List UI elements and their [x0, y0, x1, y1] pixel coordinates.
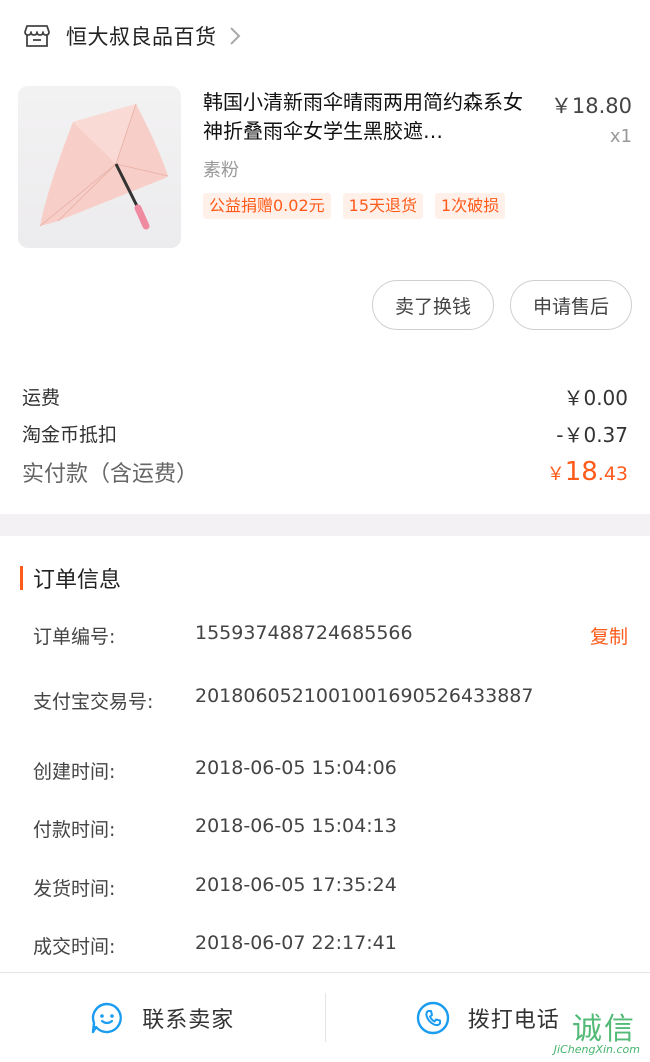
- completed-time-label: 成交时间:: [33, 936, 116, 958]
- shipping-value: ￥0.00: [563, 386, 628, 410]
- created-time-label: 创建时间:: [33, 761, 116, 783]
- shop-header[interactable]: 恒大叔良品百货: [0, 0, 650, 72]
- sell-button[interactable]: 卖了换钱: [371, 280, 494, 330]
- order-actions: 卖了换钱 申请售后: [371, 280, 632, 330]
- order-info-heading: 订单信息: [20, 562, 121, 594]
- tag-return: 15天退货: [342, 193, 424, 219]
- phone-icon: [416, 1001, 450, 1035]
- chevron-right-icon: [229, 26, 243, 46]
- site-watermark: 诚信 JiChengXin.com: [524, 1004, 644, 1056]
- order-number-label: 订单编号:: [33, 626, 116, 648]
- product-image[interactable]: [18, 86, 181, 248]
- alipay-number-value: 2018060521001001690526433887: [195, 685, 534, 707]
- total-currency: ￥: [546, 464, 565, 485]
- created-time-value: 2018-06-05 15:04:06: [195, 757, 397, 779]
- product-quantity: x1: [609, 126, 632, 147]
- product-title[interactable]: 韩国小清新雨伞晴雨两用简约森系女神折叠雨伞女学生黑胶遮…: [203, 88, 538, 146]
- watermark-main-text: 诚信: [572, 1012, 636, 1047]
- product-item[interactable]: 韩国小清新雨伞晴雨两用简约森系女神折叠雨伞女学生黑胶遮… ￥18.80 x1 素…: [18, 86, 632, 256]
- paid-time-label: 付款时间:: [33, 819, 116, 841]
- chat-bubble-icon: [90, 1001, 124, 1035]
- copy-button[interactable]: 复制: [590, 622, 628, 649]
- tag-charity: 公益捐赠0.02元: [203, 193, 331, 219]
- total-row: 实付款（含运费） ￥18.43: [22, 456, 628, 488]
- coin-discount-value: -￥0.37: [556, 423, 628, 447]
- completed-time-value: 2018-06-07 22:17:41: [195, 932, 397, 954]
- tag-damage: 1次破损: [435, 193, 506, 219]
- order-number-value: 155937488724685566: [195, 622, 413, 644]
- shipped-time-value: 2018-06-05 17:35:24: [195, 874, 397, 896]
- total-integer: 18: [564, 457, 598, 487]
- order-info-title: 订单信息: [33, 568, 122, 593]
- shop-name: 恒大叔良品百货: [66, 25, 217, 49]
- paid-time-value: 2018-06-05 15:04:13: [195, 815, 397, 837]
- contact-seller-button[interactable]: 联系卖家: [0, 973, 325, 1062]
- store-icon: [24, 24, 50, 48]
- total-label: 实付款（含运费）: [22, 462, 199, 487]
- shipping-label: 运费: [22, 387, 61, 409]
- alipay-number-label: 支付宝交易号:: [33, 691, 154, 713]
- coin-discount-label: 淘金币抵扣: [22, 424, 118, 446]
- total-value: ￥18.43: [547, 457, 628, 487]
- watermark-url-text: JiChengXin.com: [553, 1043, 640, 1056]
- shipping-fee-row: 运费 ￥0.00: [22, 382, 628, 411]
- service-tags: 公益捐赠0.02元 15天退货 1次破损: [203, 193, 506, 219]
- product-price: ￥18.80: [550, 94, 632, 118]
- heading-accent-bar: [20, 566, 23, 590]
- coin-discount-row: 淘金币抵扣 -￥0.37: [22, 419, 628, 448]
- after-sale-button[interactable]: 申请售后: [509, 280, 632, 330]
- section-divider: [0, 514, 650, 536]
- shipped-time-label: 发货时间:: [33, 878, 116, 900]
- contact-seller-label: 联系卖家: [142, 1007, 235, 1033]
- total-decimal: .43: [597, 463, 628, 485]
- product-sku: 素粉: [203, 160, 239, 181]
